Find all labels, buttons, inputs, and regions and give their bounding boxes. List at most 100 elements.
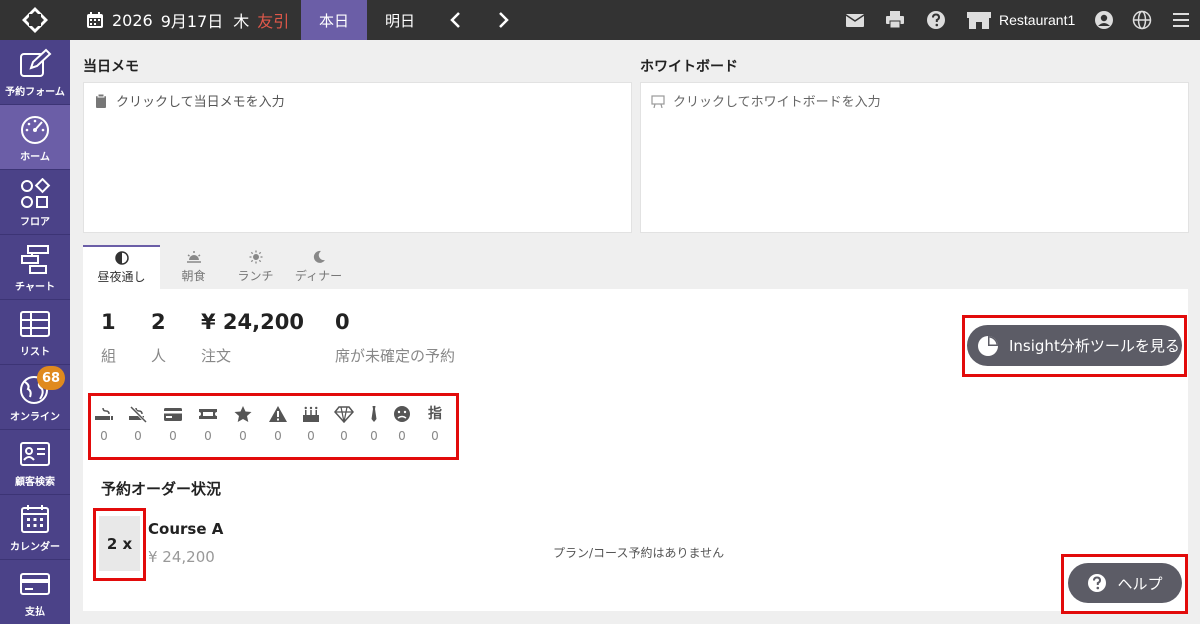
tag-warning: 0 — [263, 405, 293, 443]
tag-ticket: 0 — [193, 405, 223, 443]
star-icon — [234, 406, 252, 422]
sidebar-item-label: 予約フォーム — [5, 87, 65, 98]
diamond-icon — [334, 406, 354, 423]
sidebar-item-label: リスト — [20, 347, 50, 358]
tag-nominated: 指 0 — [420, 405, 450, 443]
store-icon[interactable] — [966, 10, 992, 30]
calendar-icon — [21, 505, 49, 533]
stat-groups-label: 組 — [101, 347, 117, 365]
rokuyo-text: 友引 — [257, 12, 290, 31]
sidebar-item-online[interactable]: 68 オンライン — [0, 365, 70, 430]
tomorrow-tab[interactable]: 明日 — [367, 0, 433, 40]
whiteboard-placeholder: クリックしてホワイトボードを入力 — [651, 91, 881, 110]
dashboard-icon — [21, 116, 49, 144]
tag-count: 0 — [398, 429, 406, 443]
app-logo[interactable] — [0, 0, 70, 40]
help-button[interactable]: ヘルプ — [1068, 563, 1182, 603]
daily-memo-placeholder: クリックして当日メモを入力 — [94, 91, 285, 110]
daily-memo-placeholder-text: クリックして当日メモを入力 — [116, 95, 285, 110]
tag-credit-card: 0 — [158, 405, 188, 443]
help-button-label: ヘルプ — [1117, 574, 1163, 593]
chevron-left-icon[interactable] — [446, 10, 466, 30]
sidebar-item-label: フロア — [20, 217, 50, 228]
today-tab[interactable]: 本日 — [301, 0, 367, 40]
logo-icon — [22, 7, 48, 33]
sidebar-item-list[interactable]: リスト — [0, 300, 70, 365]
daily-memo-title: 当日メモ — [83, 59, 139, 75]
credit-card-icon — [20, 573, 50, 595]
tab-dinner[interactable]: ディナー — [280, 245, 357, 289]
day-of-week: 木 — [233, 12, 250, 31]
half-circle-icon — [114, 251, 129, 265]
birthday-cake-icon — [303, 406, 319, 422]
warning-icon — [269, 406, 287, 422]
top-bar: 2026 9月17日 木 友引 本日 明日 Restaurant1 — [0, 0, 1200, 40]
sidebar-item-chart[interactable]: チャート — [0, 235, 70, 300]
no-smoking-icon — [129, 405, 148, 423]
tag-no-smoking: 0 — [123, 405, 153, 443]
edit-icon — [20, 48, 52, 77]
chevron-right-icon[interactable] — [493, 10, 513, 30]
pie-chart-icon — [978, 335, 998, 356]
daily-memo-box[interactable]: クリックして当日メモを入力 — [83, 82, 632, 233]
no-plan-message: プラン/コース予約はありません — [553, 546, 725, 560]
clipboard-icon — [96, 93, 106, 108]
online-count-badge: 68 — [37, 366, 65, 390]
help-icon[interactable] — [926, 10, 946, 30]
stat-orders-value: ¥ 24,200 — [201, 310, 304, 334]
course-quantity: 2 x — [99, 516, 140, 571]
contact-card-icon — [20, 442, 50, 466]
whiteboard-placeholder-text: クリックしてホワイトボードを入力 — [673, 95, 881, 110]
insight-button-label: Insight分析ツールを見る — [1009, 337, 1180, 355]
sidebar-item-reservation-form[interactable]: 予約フォーム — [0, 40, 70, 105]
tab-label: 朝食 — [181, 269, 206, 283]
course-name: Course A — [148, 520, 224, 538]
date-display[interactable]: 2026 9月17日 木 友引 — [86, 0, 289, 40]
stat-unseated-value: 0 — [335, 310, 350, 334]
sidebar-item-label: オンライン — [10, 412, 60, 423]
credit-card-icon — [164, 408, 182, 421]
sunrise-icon — [186, 251, 201, 263]
stat-people-label: 人 — [151, 347, 167, 365]
frown-face-icon — [394, 406, 410, 422]
sidebar-item-payment[interactable]: 支払 — [0, 560, 70, 624]
sidebar-item-label: チャート — [15, 282, 55, 293]
stat-people-value: 2 — [151, 310, 166, 334]
restaurant-name[interactable]: Restaurant1 — [999, 0, 1075, 40]
tag-count: 0 — [169, 429, 177, 443]
sidebar-item-floor[interactable]: フロア — [0, 170, 70, 235]
moon-icon — [313, 250, 325, 263]
shapes-icon — [21, 178, 51, 208]
sidebar: 予約フォーム ホーム フロア チャート リスト 68 オンライン 顧客検索 カレ… — [0, 40, 70, 624]
tag-count: 0 — [134, 429, 142, 443]
hamburger-menu-icon[interactable] — [1171, 10, 1191, 30]
tag-count: 0 — [431, 429, 439, 443]
tag-count: 0 — [307, 429, 315, 443]
tag-frown: 0 — [387, 405, 417, 443]
nominated-text-icon: 指 — [428, 406, 442, 422]
chart-icon — [21, 245, 49, 274]
insight-analysis-button[interactable]: Insight分析ツールを見る — [967, 325, 1182, 366]
whiteboard-icon — [651, 94, 665, 108]
year-text: 2026 — [112, 10, 153, 30]
help-icon — [1088, 574, 1107, 592]
user-account-icon[interactable] — [1094, 10, 1114, 30]
whiteboard-title: ホワイトボード — [640, 59, 738, 75]
printer-icon[interactable] — [885, 10, 905, 30]
mail-icon[interactable] — [845, 10, 865, 30]
tag-count: 0 — [239, 429, 247, 443]
sidebar-item-customer-search[interactable]: 顧客検索 — [0, 430, 70, 495]
tab-all-day[interactable]: 昼夜通し — [83, 245, 160, 289]
sidebar-item-home[interactable]: ホーム — [0, 105, 70, 170]
sidebar-item-calendar[interactable]: カレンダー — [0, 495, 70, 560]
sidebar-item-label: 支払 — [25, 607, 45, 618]
globe-icon[interactable] — [1132, 10, 1152, 30]
sidebar-item-label: 顧客検索 — [15, 477, 55, 488]
tag-count: 0 — [204, 429, 212, 443]
tag-birthday: 0 — [296, 405, 326, 443]
tag-smoking: 0 — [89, 405, 119, 443]
tag-star: 0 — [228, 405, 258, 443]
sidebar-item-label: ホーム — [20, 152, 50, 163]
whiteboard-box[interactable]: クリックしてホワイトボードを入力 — [640, 82, 1189, 233]
tab-label: ランチ — [237, 269, 274, 283]
